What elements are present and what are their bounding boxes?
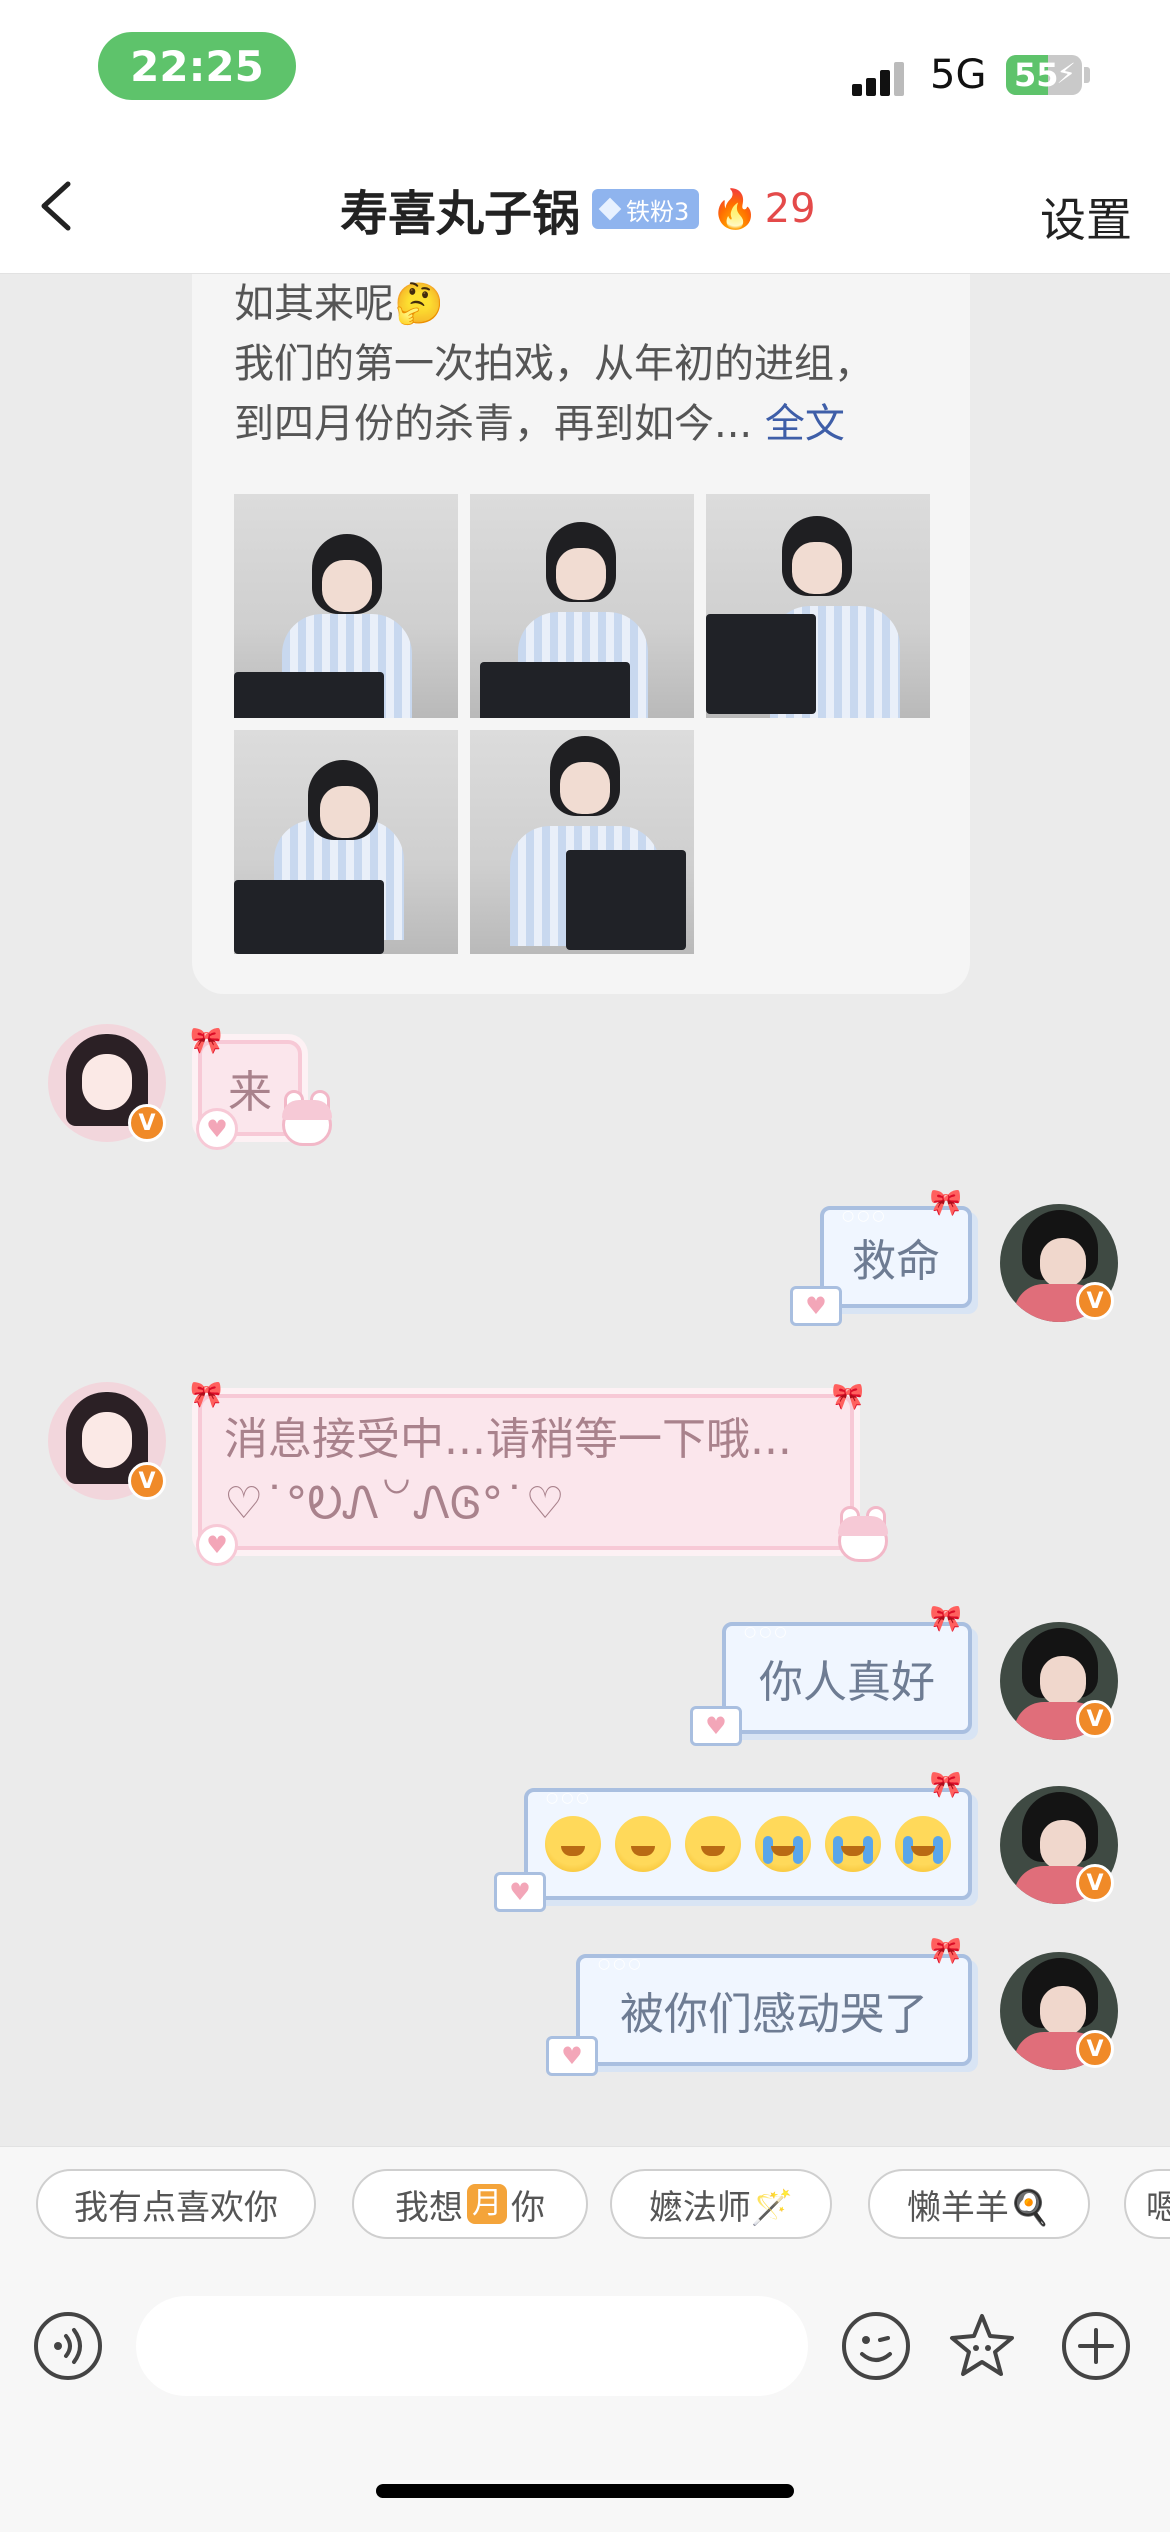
heart-sticker-icon: ♥ [690, 1706, 742, 1746]
pleading-face-icon [615, 1816, 671, 1872]
quick-reply-chip[interactable]: 嗯 [1124, 2169, 1170, 2239]
crying-face-icon [825, 1816, 881, 1872]
verified-v-icon: V [1076, 1864, 1114, 1902]
bow-icon: 🎀 [929, 1604, 962, 1634]
emoji-icon[interactable] [840, 2310, 912, 2382]
home-indicator[interactable] [376, 2484, 794, 2498]
signal-icon [852, 60, 912, 96]
battery-level: 55 [1014, 56, 1059, 94]
quick-reply-chip[interactable]: 嬷法师🪄 [610, 2169, 832, 2239]
post-image[interactable] [706, 494, 930, 718]
post-text-line2: 我们的第一次拍戏，从年初的进组， [234, 341, 874, 387]
status-bar: 22:25 5G 55 ⚡ [0, 0, 1170, 140]
post-text-line3-body: 到四月份的杀青，再到如今... [234, 401, 753, 447]
heart-sticker-icon: ♥ [196, 1108, 238, 1150]
bow-icon: 🎀 [190, 1026, 223, 1056]
fire-icon: 🔥 [711, 186, 759, 231]
verified-v-icon: V [1076, 1700, 1114, 1738]
melody-sticker-icon [834, 1506, 892, 1566]
heart-sticker-icon: ♥ [790, 1286, 842, 1326]
message-text-line2: ♡˙°ᎧᏁ꒡ᏁᎶ°˙♡ [224, 1478, 565, 1529]
post-text-line1: 如其来呢🤔 [234, 281, 444, 327]
verified-v-icon: V [128, 1462, 166, 1500]
chat-title-group[interactable]: 寿喜丸子锅 铁粉3 🔥 29 [340, 174, 816, 244]
settings-button[interactable]: 设置 [1040, 184, 1132, 250]
post-text-line3: 到四月份的杀青，再到如今... 全文 [234, 394, 845, 454]
message-bubble[interactable]: 🎀 🎀 消息接受中...请稍等一下哦... ♡˙°ᎧᏁ꒡ᏁᎶ°˙♡ [190, 1380, 864, 1550]
fan-level-label: 铁粉3 [626, 197, 690, 226]
bow-icon: 🎀 [929, 1936, 962, 1966]
sticker-star-icon[interactable] [946, 2310, 1018, 2382]
fire-count: 29 [764, 186, 816, 232]
chat-title: 寿喜丸子锅 [340, 186, 581, 242]
melody-sticker-icon [278, 1090, 336, 1150]
input-bar [0, 2256, 1170, 2532]
network-type: 5G [930, 52, 987, 98]
bow-icon: 🎀 [929, 1770, 962, 1800]
bow-icon: 🎀 [190, 1380, 223, 1410]
message-bubble[interactable]: ○○○ 🎀 [524, 1770, 972, 1900]
quick-reply-chip[interactable]: 我想月你 [352, 2169, 588, 2239]
emoji-row [545, 1816, 951, 1872]
quick-reply-chip[interactable]: 我有点喜欢你 [36, 2169, 316, 2239]
verified-v-icon: V [1076, 1282, 1114, 1320]
battery-icon: 55 ⚡ [1006, 55, 1082, 95]
pleading-face-icon [545, 1816, 601, 1872]
shared-post-card[interactable]: 如其来呢🤔 我们的第一次拍戏，从年初的进组， 到四月份的杀青，再到如今... 全… [192, 274, 970, 994]
post-image[interactable] [470, 494, 694, 718]
message-text: 被你们感动哭了 [620, 1989, 928, 2040]
post-image[interactable] [234, 494, 458, 718]
post-image[interactable] [234, 730, 458, 954]
quick-reply-chip[interactable]: 懒羊羊🍳 [868, 2169, 1090, 2239]
crying-face-icon [755, 1816, 811, 1872]
heart-sticker-icon: ♥ [546, 2036, 598, 2076]
crying-face-icon [895, 1816, 951, 1872]
battery-nub [1084, 67, 1090, 83]
quick-reply-bar: 我有点喜欢你 我想月你 嬷法师🪄 懒羊羊🍳 嗯 [0, 2146, 1170, 2256]
quick-reply-text: 你 [511, 2187, 545, 2228]
message-text: 来 [228, 1067, 272, 1118]
status-time: 22:25 [98, 32, 296, 100]
fan-level-badge: 铁粉3 [592, 189, 700, 229]
message-bubble[interactable]: ○○○ 🎀 救命 [820, 1188, 972, 1308]
message-text-line1: 消息接受中...请稍等一下哦... [224, 1414, 792, 1465]
verified-v-icon: V [128, 1104, 166, 1142]
message-input[interactable] [136, 2296, 808, 2396]
plus-icon[interactable] [1060, 2310, 1132, 2382]
chat-header: 寿喜丸子锅 铁粉3 🔥 29 设置 [0, 140, 1170, 274]
message-text: 你人真好 [759, 1657, 935, 1708]
back-icon[interactable] [30, 176, 90, 236]
message-text: 救命 [852, 1236, 940, 1287]
read-more-link[interactable]: 全文 [765, 401, 845, 447]
bow-icon: 🎀 [929, 1188, 962, 1218]
moon-badge-icon: 月 [467, 2184, 507, 2224]
bow-icon: 🎀 [831, 1382, 864, 1412]
post-image[interactable] [470, 730, 694, 954]
quick-reply-text: 我想 [395, 2187, 463, 2228]
message-bubble[interactable]: ○○○ 🎀 被你们感动哭了 [576, 1936, 972, 2066]
diamond-icon [598, 197, 622, 221]
verified-v-icon: V [1076, 2030, 1114, 2068]
message-bubble[interactable]: ○○○ 🎀 你人真好 [722, 1604, 972, 1734]
pleading-face-icon [685, 1816, 741, 1872]
voice-icon[interactable] [32, 2310, 104, 2382]
heart-sticker-icon: ♥ [494, 1872, 546, 1912]
charging-bolt-icon: ⚡ [1056, 57, 1076, 90]
heart-sticker-icon: ♥ [196, 1524, 238, 1566]
